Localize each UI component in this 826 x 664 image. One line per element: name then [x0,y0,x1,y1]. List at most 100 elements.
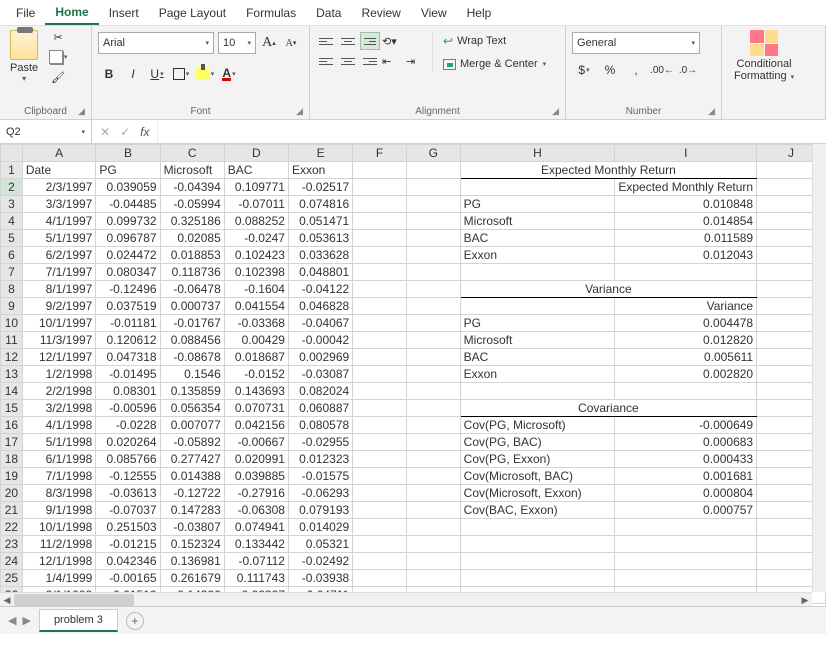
col-header-F[interactable]: F [353,145,407,162]
cell-A3[interactable]: 3/3/1997 [22,196,96,213]
cell-F20[interactable] [353,485,407,502]
cell-E13[interactable]: -0.03087 [288,366,352,383]
cell-I5[interactable]: 0.011589 [615,230,757,247]
cell-C9[interactable]: 0.000737 [160,298,224,315]
cell-I11[interactable]: 0.012820 [615,332,757,349]
cell-G20[interactable] [406,485,460,502]
menu-home[interactable]: Home [45,1,98,25]
align-right-button[interactable] [360,52,380,70]
formula-input[interactable] [158,120,826,143]
cell-C6[interactable]: 0.018853 [160,247,224,264]
cell-E10[interactable]: -0.04067 [288,315,352,332]
cell-H3[interactable]: PG [460,196,615,213]
cell-E19[interactable]: -0.01575 [288,468,352,485]
cell-A21[interactable]: 9/1/1998 [22,502,96,519]
cell-H22[interactable] [460,519,615,536]
dialog-launcher-icon[interactable]: ◢ [296,106,303,117]
col-header-D[interactable]: D [224,145,288,162]
menu-page-layout[interactable]: Page Layout [149,2,236,24]
cell-B5[interactable]: 0.096787 [96,230,160,247]
cell-B11[interactable]: 0.120612 [96,332,160,349]
cell-B4[interactable]: 0.099732 [96,213,160,230]
cell-H9[interactable] [460,298,615,315]
cell-B12[interactable]: 0.047318 [96,349,160,366]
cell-H18[interactable]: Cov(PG, Exxon) [460,451,615,468]
cell-G14[interactable] [406,383,460,400]
cell-E7[interactable]: 0.048801 [288,264,352,281]
cell-C8[interactable]: -0.06478 [160,281,224,298]
name-box[interactable]: Q2▾ [0,120,92,143]
row-header-7[interactable]: 7 [1,264,23,281]
percent-button[interactable]: % [598,60,622,80]
cell-G6[interactable] [406,247,460,264]
cell-B14[interactable]: 0.08301 [96,383,160,400]
cell-E24[interactable]: -0.02492 [288,553,352,570]
cell-H2[interactable] [460,179,615,196]
cell-I9[interactable]: Variance [615,298,757,315]
cell-F12[interactable] [353,349,407,366]
cell-E15[interactable]: 0.060887 [288,400,352,417]
col-header-I[interactable]: I [615,145,757,162]
cell-H16[interactable]: Cov(PG, Microsoft) [460,417,615,434]
menu-data[interactable]: Data [306,2,351,24]
font-name-select[interactable]: Arial▾ [98,32,214,54]
underline-button[interactable]: U▾ [146,64,168,84]
cell-F19[interactable] [353,468,407,485]
border-button[interactable]: ▾ [170,64,192,84]
cell-D23[interactable]: 0.133442 [224,536,288,553]
cell-A8[interactable]: 8/1/1997 [22,281,96,298]
cell-B6[interactable]: 0.024472 [96,247,160,264]
dialog-launcher-icon[interactable]: ◢ [78,106,85,117]
cell-C18[interactable]: 0.277427 [160,451,224,468]
cell-G24[interactable] [406,553,460,570]
cell-H4[interactable]: Microsoft [460,213,615,230]
decrease-font-button[interactable]: A▾ [282,33,300,53]
cell-C25[interactable]: 0.261679 [160,570,224,587]
row-header-21[interactable]: 21 [1,502,23,519]
cell-B3[interactable]: -0.04485 [96,196,160,213]
vertical-scrollbar[interactable] [812,144,826,592]
col-header-E[interactable]: E [288,145,352,162]
cell-A6[interactable]: 6/2/1997 [22,247,96,264]
cell-C20[interactable]: -0.12722 [160,485,224,502]
cell-G8[interactable] [406,281,460,298]
row-header-9[interactable]: 9 [1,298,23,315]
cell-D25[interactable]: 0.111743 [224,570,288,587]
row-header-13[interactable]: 13 [1,366,23,383]
col-header-H[interactable]: H [460,145,615,162]
cell-H11[interactable]: Microsoft [460,332,615,349]
row-header-12[interactable]: 12 [1,349,23,366]
cell-D22[interactable]: 0.074941 [224,519,288,536]
increase-font-button[interactable]: A▴ [260,33,278,53]
cell-G5[interactable] [406,230,460,247]
menu-view[interactable]: View [411,2,457,24]
sheet-tab-active[interactable]: problem 3 [39,609,118,632]
cell-I18[interactable]: 0.000433 [615,451,757,468]
increase-indent-button[interactable]: ⇥ [406,52,428,70]
cell-I19[interactable]: 0.001681 [615,468,757,485]
cell-E12[interactable]: 0.002969 [288,349,352,366]
cell-C3[interactable]: -0.05994 [160,196,224,213]
row-header-18[interactable]: 18 [1,451,23,468]
cell-H12[interactable]: BAC [460,349,615,366]
col-header-B[interactable]: B [96,145,160,162]
cell-B17[interactable]: 0.020264 [96,434,160,451]
cell-B15[interactable]: -0.00596 [96,400,160,417]
cell-D12[interactable]: 0.018687 [224,349,288,366]
cell-F10[interactable] [353,315,407,332]
cell-A25[interactable]: 1/4/1999 [22,570,96,587]
cell-G4[interactable] [406,213,460,230]
cell-F2[interactable] [353,179,407,196]
row-header-5[interactable]: 5 [1,230,23,247]
cell-G15[interactable] [406,400,460,417]
decrease-indent-button[interactable]: ⇤ [382,52,404,70]
menu-help[interactable]: Help [457,2,502,24]
cell-E21[interactable]: 0.079193 [288,502,352,519]
cell-B20[interactable]: -0.03613 [96,485,160,502]
cell-A5[interactable]: 5/1/1997 [22,230,96,247]
cell-F9[interactable] [353,298,407,315]
cell-E22[interactable]: 0.014029 [288,519,352,536]
cell-E18[interactable]: 0.012323 [288,451,352,468]
font-size-select[interactable]: 10▾ [218,32,256,54]
cell-E8[interactable]: -0.04122 [288,281,352,298]
